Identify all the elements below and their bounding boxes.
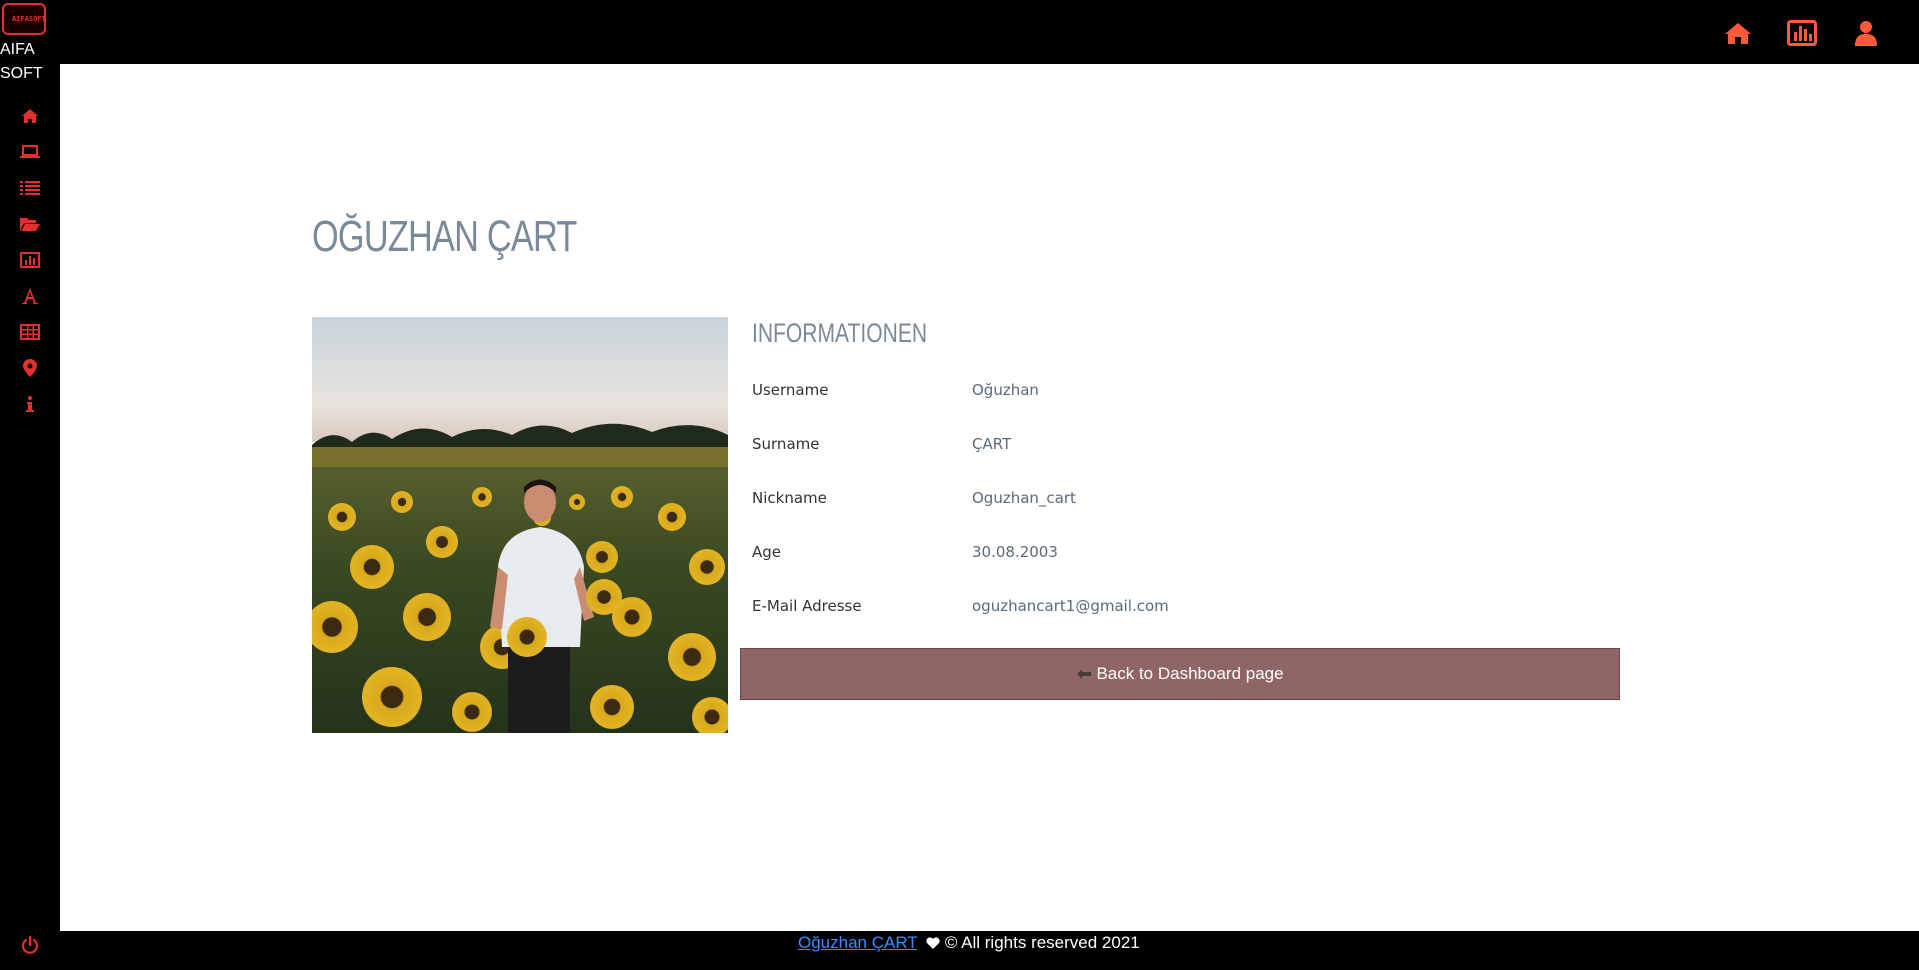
footer: Oğuzhan ÇART © All rights reserved 2021 <box>60 931 1919 970</box>
bar-chart-icon <box>20 252 40 268</box>
back-arrow-icon <box>1077 669 1092 679</box>
footer-author-link[interactable]: Oğuzhan ÇART <box>798 933 917 952</box>
top-navbar <box>0 0 1919 64</box>
info-label: Username <box>752 381 829 399</box>
sidebar-item-location[interactable] <box>0 350 60 386</box>
sidebar-item-table[interactable] <box>0 314 60 350</box>
map-marker-icon <box>23 359 37 377</box>
footer-copyright: © All rights reserved 2021 <box>940 933 1140 952</box>
brand-logo[interactable]: AIFASOFT <box>2 3 46 35</box>
info-value: Oğuzhan <box>972 381 1039 399</box>
power-icon <box>21 936 39 954</box>
footer-text: Oğuzhan ÇART © All rights reserved 2021 <box>798 933 1140 953</box>
logo-text: AIFASOFT <box>12 15 46 23</box>
back-to-dashboard-button[interactable]: Back to Dashboard page <box>740 648 1620 700</box>
info-value: 30.08.2003 <box>972 543 1058 561</box>
top-user-icon[interactable] <box>1848 18 1884 48</box>
info-label: Age <box>752 543 782 561</box>
top-bar-chart-icon[interactable] <box>1784 18 1820 48</box>
logout-button[interactable] <box>0 932 60 958</box>
info-value: oguzhancart1@gmail.com <box>972 597 1169 615</box>
table-icon <box>20 324 40 340</box>
list-icon <box>20 181 40 195</box>
profile-photo <box>312 317 728 733</box>
sidebar-item-folder[interactable] <box>0 206 60 242</box>
sidebar-item-home[interactable] <box>0 98 60 134</box>
top-home-icon[interactable] <box>1720 18 1756 48</box>
sidebar: AIFASOFT AIFA SOFT <box>0 0 60 970</box>
folder-open-icon <box>20 218 40 231</box>
sidebar-item-font[interactable] <box>0 278 60 314</box>
top-nav-icons <box>1720 18 1884 48</box>
info-label: E-Mail Adresse <box>752 597 862 615</box>
sidebar-menu <box>0 98 60 422</box>
brand-name: AIFA SOFT <box>0 38 43 86</box>
info-value: ÇART <box>972 435 1012 453</box>
back-button-label: Back to Dashboard page <box>1096 664 1284 683</box>
info-label: Surname <box>752 435 820 453</box>
sidebar-item-chart[interactable] <box>0 242 60 278</box>
info-heading: INFORMATIONEN <box>752 318 928 348</box>
font-icon <box>22 288 38 304</box>
info-value: Oguzhan_cart <box>972 489 1076 507</box>
brand-name-line2: SOFT <box>0 65 43 82</box>
sidebar-item-laptop[interactable] <box>0 134 60 170</box>
brand-name-line1: AIFA <box>0 41 35 58</box>
home-icon <box>22 109 38 123</box>
info-label: Nickname <box>752 489 827 507</box>
page-title: OĞUZHAN ÇART <box>312 212 577 261</box>
laptop-icon <box>20 145 40 158</box>
sidebar-item-list[interactable] <box>0 170 60 206</box>
sidebar-item-info[interactable] <box>0 386 60 422</box>
info-icon <box>26 396 34 412</box>
heart-icon <box>926 937 940 949</box>
